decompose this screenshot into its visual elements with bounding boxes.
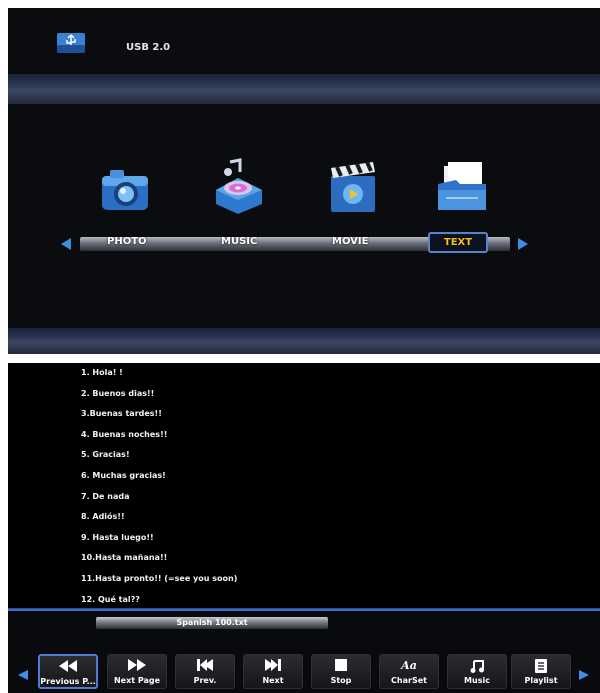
music-disc-icon[interactable]	[208, 156, 268, 216]
category-photo[interactable]: PHOTO	[107, 236, 147, 247]
header-band	[8, 74, 600, 104]
category-movie[interactable]: MOVIE	[332, 236, 368, 247]
toolbar-scroll-left-icon[interactable]	[17, 669, 29, 681]
stop-icon	[312, 659, 370, 673]
rewind-icon	[40, 660, 96, 674]
category-music[interactable]: MUSIC	[221, 236, 257, 247]
scroll-left-arrow-icon[interactable]	[59, 237, 73, 251]
text-line: 2. Buenos dias!!	[81, 388, 155, 398]
text-line: 8. Adiós!!	[81, 512, 125, 522]
usb-drive-icon	[57, 33, 85, 53]
skip-previous-icon	[176, 659, 234, 673]
music-button[interactable]: Music	[447, 654, 507, 689]
button-label: Playlist	[524, 676, 558, 685]
charset-icon: Aa	[401, 659, 417, 672]
button-label: Next	[262, 676, 284, 685]
control-panel: Spanish 100.txt Previous P... Next Page	[8, 611, 600, 693]
text-line: 9. Hasta luego!!	[81, 532, 154, 542]
text-line: 7. De nada	[81, 491, 130, 501]
category-text[interactable]: TEXT	[428, 232, 488, 253]
music-note-icon	[448, 659, 506, 673]
text-line: 10.Hasta mañana!!	[81, 553, 168, 563]
skip-next-icon	[244, 659, 302, 673]
button-label: CharSet	[391, 676, 427, 685]
previous-page-button[interactable]: Previous P...	[38, 654, 98, 689]
footer-band	[8, 328, 600, 354]
button-label: Music	[464, 676, 490, 685]
text-line: 3.Buenas tardes!!	[81, 409, 162, 419]
button-label: Stop	[330, 676, 352, 685]
next-page-button[interactable]: Next Page	[107, 654, 167, 689]
toolbar-scroll-right-icon[interactable]	[578, 669, 590, 681]
camera-icon[interactable]	[96, 158, 156, 218]
text-line: 5. Gracias!	[81, 450, 130, 460]
fast-forward-icon	[108, 659, 166, 673]
playlist-icon	[512, 659, 570, 673]
clapperboard-icon[interactable]	[323, 158, 383, 218]
playback-toolbar: Previous P... Next Page Prev. Next Stop …	[8, 653, 600, 693]
menu-header: USB 2.0	[8, 8, 600, 74]
prev-button[interactable]: Prev.	[175, 654, 235, 689]
playlist-button[interactable]: Playlist	[511, 654, 571, 689]
text-line: 1. Hola! !	[81, 368, 123, 377]
scroll-right-arrow-icon[interactable]	[516, 237, 530, 251]
device-label: USB 2.0	[126, 42, 171, 53]
charset-button[interactable]: Aa CharSet	[379, 654, 439, 689]
button-label: Prev.	[193, 676, 217, 685]
button-label: Next Page	[113, 676, 161, 685]
file-name: Spanish 100.txt	[96, 617, 328, 629]
text-line: 6. Muchas gracias!	[81, 470, 166, 480]
stop-button[interactable]: Stop	[311, 654, 371, 689]
text-line: 4. Buenas noches!!	[81, 429, 168, 439]
button-label: Previous P...	[40, 677, 96, 686]
next-button[interactable]: Next	[243, 654, 303, 689]
text-line: 11.Hasta pronto!! (=see you soon)	[81, 573, 238, 583]
text-viewer-screen: 1. Hola! ! 2. Buenos dias!! 3.Buenas tar…	[8, 363, 600, 693]
document-folder-icon[interactable]	[432, 158, 492, 218]
text-content: 1. Hola! ! 2. Buenos dias!! 3.Buenas tar…	[81, 363, 237, 610]
media-menu-screen: USB 2.0 PHOTO MUSIC MOVIE TEXT	[8, 8, 600, 354]
